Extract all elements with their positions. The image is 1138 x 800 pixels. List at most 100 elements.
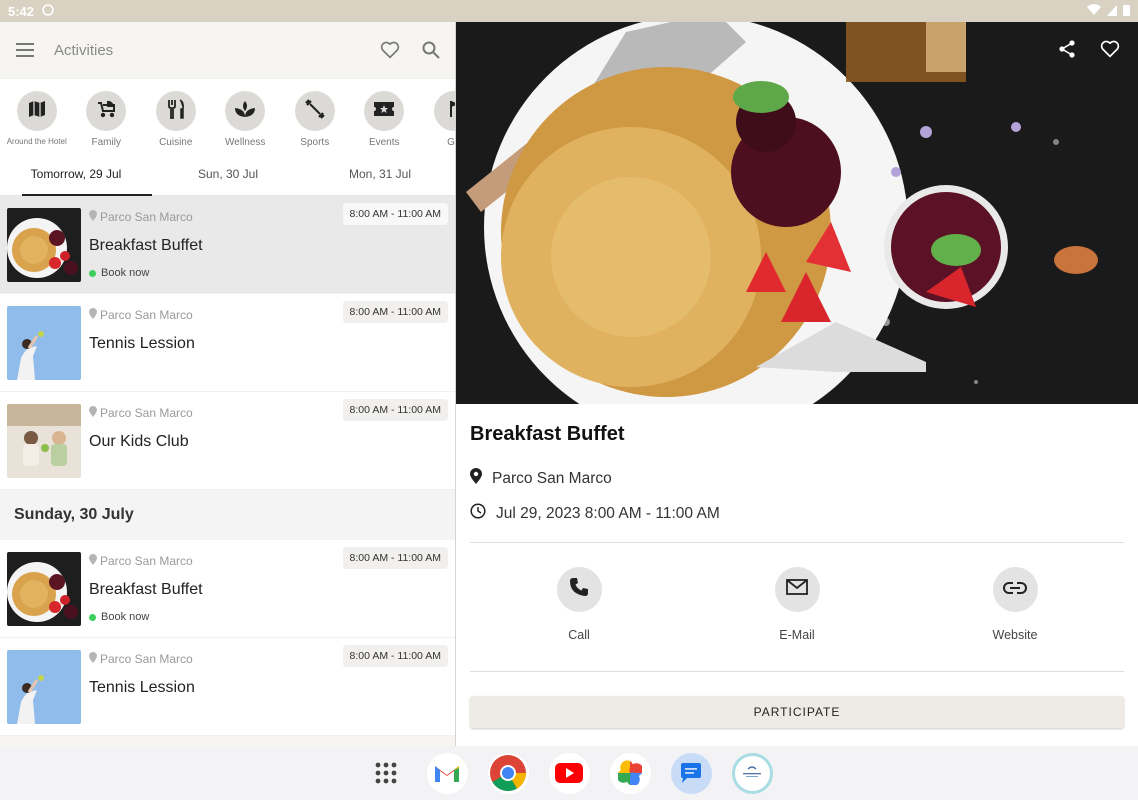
ticket-icon bbox=[373, 100, 395, 123]
list-item[interactable]: Parco San Marco Breakfast Buffet Book no… bbox=[0, 196, 456, 294]
favorites-heart-icon[interactable] bbox=[380, 41, 400, 59]
youtube-icon[interactable] bbox=[548, 752, 590, 794]
list-item[interactable]: Parco San Marco Tennis Lession 8:00 AM -… bbox=[0, 638, 456, 736]
contact-actions: Call E-Mail Website bbox=[470, 543, 1124, 671]
category-sports[interactable]: Sports bbox=[280, 79, 350, 152]
tab-mon-31-jul[interactable]: Mon, 31 Jul bbox=[304, 152, 456, 195]
share-icon[interactable] bbox=[1058, 40, 1076, 58]
category-label: Cuisine bbox=[159, 137, 193, 148]
gmail-icon[interactable] bbox=[426, 752, 468, 794]
list-item[interactable]: Parco San Marco Our Kids Club 8:00 AM - … bbox=[0, 392, 456, 490]
category-family[interactable]: Family bbox=[72, 79, 142, 152]
category-label: Wellness bbox=[225, 137, 266, 148]
email-label: E-Mail bbox=[779, 628, 815, 642]
divider bbox=[470, 671, 1124, 672]
category-cuisine[interactable]: Cuisine bbox=[141, 79, 211, 152]
time-badge: 8:00 AM - 11:00 AM bbox=[342, 399, 448, 421]
tennis-thumbnail bbox=[7, 306, 81, 380]
tab-tomorrow[interactable]: Tomorrow, 29 Jul bbox=[0, 152, 152, 196]
category-label: Sports bbox=[300, 137, 330, 148]
detail-location: Parco San Marco bbox=[492, 469, 612, 487]
time-badge: 8:00 AM - 11:00 AM bbox=[342, 203, 448, 225]
page-title: Activities bbox=[54, 41, 114, 59]
kids-club-thumbnail bbox=[7, 404, 81, 478]
book-now-label: Book now bbox=[101, 611, 150, 623]
location-pin-icon bbox=[89, 210, 97, 224]
category-around-the-hotel[interactable]: Around the Hotel bbox=[2, 79, 72, 152]
list-item[interactable]: Parco San Marco Tennis Lession 8:00 AM -… bbox=[0, 294, 456, 392]
taskbar-dock bbox=[0, 746, 1138, 800]
category-label: Around the Hotel bbox=[6, 137, 67, 146]
search-icon[interactable] bbox=[422, 41, 440, 59]
pancake-thumbnail bbox=[7, 552, 81, 626]
signal-icon bbox=[1107, 4, 1117, 19]
category-bar: Around the Hotel Family Cuisine Wellness… bbox=[0, 78, 456, 152]
messages-icon[interactable] bbox=[670, 752, 712, 794]
category-golf[interactable]: Go bbox=[419, 79, 456, 152]
email-button[interactable]: E-Mail bbox=[688, 567, 906, 671]
call-button[interactable]: Call bbox=[470, 567, 688, 671]
activity-detail-pane: Breakfast Buffet Parco San Marco Jul 29,… bbox=[456, 22, 1138, 746]
favorite-heart-icon[interactable] bbox=[1100, 40, 1120, 58]
section-heading-sunday: Sunday, 30 July bbox=[0, 490, 456, 540]
clock-icon bbox=[470, 503, 486, 524]
item-name: Breakfast Buffet bbox=[89, 237, 203, 254]
item-location: Parco San Marco bbox=[100, 652, 193, 666]
location-pin-icon bbox=[470, 468, 482, 489]
item-location: Parco San Marco bbox=[100, 406, 193, 420]
book-now-label: Book now bbox=[101, 267, 150, 279]
list-item[interactable]: Parco San Marco Breakfast Buffet Book no… bbox=[0, 540, 456, 638]
spa-icon bbox=[234, 100, 256, 123]
location-pin-icon bbox=[89, 554, 97, 568]
detail-title: Breakfast Buffet bbox=[470, 423, 625, 445]
activity-hero-image bbox=[456, 22, 1138, 404]
status-bar: 5:42 bbox=[0, 0, 1138, 22]
item-name: Our Kids Club bbox=[89, 433, 189, 450]
call-label: Call bbox=[568, 628, 590, 642]
tab-sun-30-jul[interactable]: Sun, 30 Jul bbox=[152, 152, 304, 195]
map-icon bbox=[27, 99, 47, 124]
location-pin-icon bbox=[89, 406, 97, 420]
location-pin-icon bbox=[89, 308, 97, 322]
item-location: Parco San Marco bbox=[100, 308, 193, 322]
item-name: Tennis Lession bbox=[89, 335, 195, 352]
activity-list: Parco San Marco Breakfast Buffet Book no… bbox=[0, 196, 456, 736]
tennis-thumbnail bbox=[7, 650, 81, 724]
category-wellness[interactable]: Wellness bbox=[211, 79, 281, 152]
location-pin-icon bbox=[89, 652, 97, 666]
mail-icon bbox=[786, 579, 808, 600]
apps-grid-icon[interactable] bbox=[366, 753, 407, 794]
website-button[interactable]: Website bbox=[906, 567, 1124, 671]
phone-icon bbox=[569, 577, 589, 602]
menu-icon[interactable] bbox=[16, 43, 34, 57]
time-badge: 8:00 AM - 11:00 AM bbox=[342, 645, 448, 667]
link-icon bbox=[1003, 581, 1027, 599]
item-name: Breakfast Buffet bbox=[89, 581, 203, 598]
top-app-bar: Activities bbox=[0, 22, 456, 78]
stroller-icon bbox=[95, 99, 117, 124]
date-tabs: Tomorrow, 29 Jul Sun, 30 Jul Mon, 31 Jul bbox=[0, 152, 456, 196]
category-label: Events bbox=[368, 137, 400, 148]
category-label: Family bbox=[91, 137, 121, 148]
participate-button[interactable]: PARTICIPATE bbox=[470, 696, 1124, 728]
item-location: Parco San Marco bbox=[100, 210, 193, 224]
available-dot bbox=[89, 613, 96, 621]
item-name: Tennis Lession bbox=[89, 679, 195, 696]
photos-icon[interactable] bbox=[609, 752, 651, 794]
category-events[interactable]: Events bbox=[350, 79, 420, 152]
item-location: Parco San Marco bbox=[100, 554, 193, 568]
cutlery-icon bbox=[167, 98, 185, 124]
pancake-thumbnail bbox=[7, 208, 81, 282]
status-time: 5:42 bbox=[8, 3, 35, 19]
website-label: Website bbox=[992, 628, 1038, 642]
available-dot bbox=[89, 269, 96, 277]
battery-icon bbox=[1123, 4, 1130, 19]
detail-datetime: Jul 29, 2023 8:00 AM - 11:00 AM bbox=[496, 504, 720, 522]
activities-pane: Activities Around the Hotel Family Cuisi… bbox=[0, 22, 456, 746]
time-badge: 8:00 AM - 11:00 AM bbox=[342, 547, 448, 569]
notification-icon bbox=[42, 3, 54, 19]
hotel-app-icon[interactable] bbox=[731, 752, 773, 794]
wifi-icon bbox=[1087, 3, 1101, 19]
dumbbell-icon bbox=[304, 98, 325, 124]
chrome-icon[interactable] bbox=[487, 752, 529, 794]
